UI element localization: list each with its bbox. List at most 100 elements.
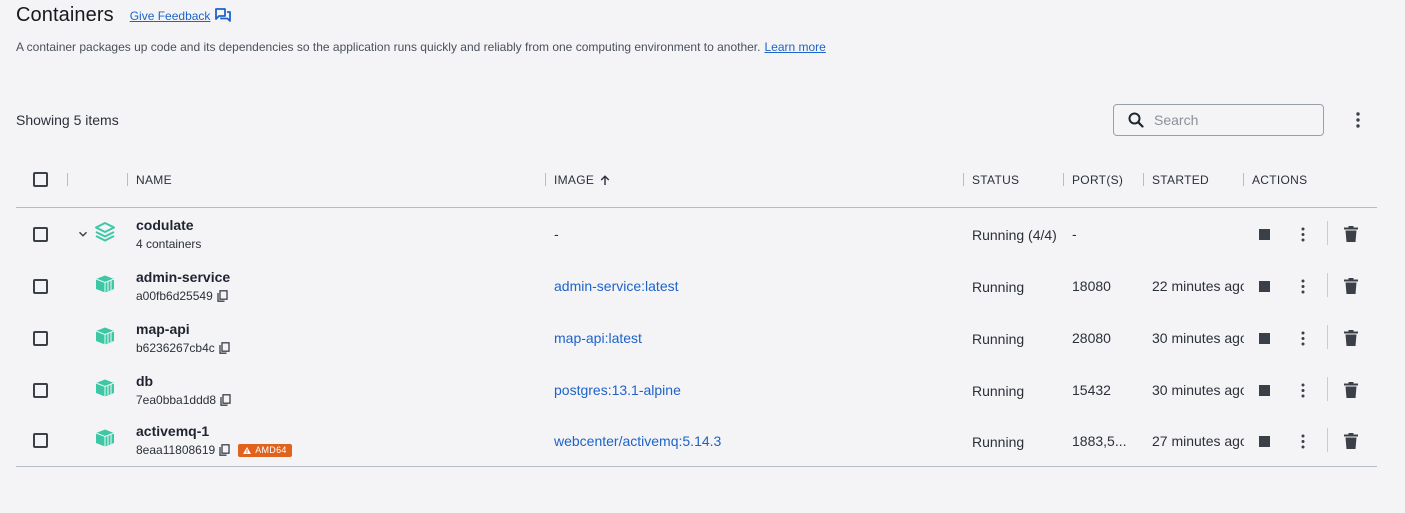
table-row[interactable]: db 7ea0bba1ddd8 postgres:13.1-alpine Run…	[16, 365, 1377, 417]
column-image-label: IMAGE	[554, 173, 595, 187]
give-feedback-link[interactable]: Give Feedback	[130, 8, 232, 23]
column-started-label: STARTED	[1152, 173, 1209, 187]
trash-icon[interactable]	[1344, 382, 1358, 398]
search-icon	[1128, 112, 1144, 128]
container-ports[interactable]: 15432	[1072, 382, 1111, 398]
more-options-icon[interactable]	[1297, 227, 1309, 242]
stop-icon[interactable]	[1259, 281, 1270, 292]
row-checkbox[interactable]	[33, 433, 48, 448]
container-id-text: a00fb6d25549	[136, 289, 213, 303]
container-name[interactable]: db	[136, 373, 153, 389]
actions-divider	[1327, 377, 1328, 401]
column-started[interactable]: STARTED	[1152, 173, 1209, 187]
container-cube-icon	[95, 429, 115, 447]
row-checkbox[interactable]	[33, 279, 48, 294]
column-divider	[127, 173, 128, 186]
container-name[interactable]: admin-service	[136, 269, 230, 285]
chevron-down-icon[interactable]	[78, 230, 88, 238]
page-title: Containers	[16, 4, 114, 26]
container-cube-icon	[95, 327, 115, 345]
description-text: A container packages up code and its dep…	[16, 40, 761, 54]
container-id: b6236267cb4c	[136, 341, 230, 355]
row-checkbox[interactable]	[33, 383, 48, 398]
column-actions-label: ACTIONS	[1252, 173, 1308, 187]
column-name[interactable]: NAME	[136, 173, 172, 187]
group-name: codulate	[136, 217, 194, 233]
chat-bubbles-icon	[215, 8, 232, 22]
column-actions: ACTIONS	[1252, 173, 1307, 187]
column-image[interactable]: IMAGE	[554, 173, 610, 187]
container-started: 30 minutes ago	[1152, 330, 1244, 346]
stop-icon[interactable]	[1259, 229, 1270, 240]
page-header: Containers Give Feedback	[16, 4, 232, 27]
stop-icon[interactable]	[1259, 333, 1270, 344]
stop-icon[interactable]	[1259, 385, 1270, 396]
trash-icon[interactable]	[1344, 433, 1358, 449]
table-row[interactable]: admin-service a00fb6d25549 admin-service…	[16, 261, 1377, 313]
actions-divider	[1327, 273, 1328, 297]
stop-icon[interactable]	[1259, 436, 1270, 447]
container-id-text: 8eaa11808619	[136, 443, 216, 457]
container-ports[interactable]: 18080	[1072, 278, 1111, 294]
column-status[interactable]: STATUS	[972, 173, 1019, 187]
container-ports[interactable]: 28080	[1072, 330, 1111, 346]
column-ports-label: PORT(S)	[1072, 173, 1124, 187]
copy-icon[interactable]	[217, 290, 228, 302]
column-divider	[963, 173, 964, 186]
copy-icon[interactable]	[219, 444, 230, 456]
warning-triangle-icon	[243, 446, 252, 454]
container-status: Running	[972, 331, 1025, 347]
container-started: 30 minutes ago	[1152, 382, 1244, 398]
learn-more-link[interactable]: Learn more	[764, 40, 825, 54]
column-divider	[1243, 173, 1244, 186]
item-count: Showing 5 items	[16, 112, 119, 128]
more-options-icon[interactable]	[1297, 279, 1309, 294]
actions-divider	[1327, 221, 1328, 245]
more-options-icon[interactable]	[1297, 434, 1309, 449]
column-ports[interactable]: PORT(S)	[1072, 173, 1123, 187]
group-container-count: 4 containers	[136, 237, 202, 251]
select-all-checkbox[interactable]	[33, 172, 48, 187]
group-image: -	[554, 226, 559, 242]
column-name-label: NAME	[136, 173, 172, 187]
table-row[interactable]: map-api b6236267cb4c map-api:latest Runn…	[16, 313, 1377, 365]
more-options-icon[interactable]	[1297, 383, 1309, 398]
give-feedback-label: Give Feedback	[129, 8, 211, 23]
container-id: 7ea0bba1ddd8	[136, 393, 231, 407]
container-name[interactable]: map-api	[136, 321, 190, 337]
stack-layers-icon	[95, 222, 115, 242]
column-divider	[67, 173, 68, 186]
trash-icon[interactable]	[1344, 226, 1358, 242]
table-row[interactable]: activemq-1 8eaa11808619 AMD64 webcenter/…	[16, 417, 1377, 469]
image-link[interactable]: admin-service:latest	[554, 278, 679, 294]
trash-icon[interactable]	[1344, 330, 1358, 346]
search-box[interactable]	[1113, 104, 1324, 136]
table-header: NAME IMAGE STATUS PORT(S) STARTED ACTION…	[16, 160, 1377, 208]
copy-icon[interactable]	[219, 342, 230, 354]
column-status-label: STATUS	[972, 173, 1020, 187]
column-divider	[545, 173, 546, 186]
table-row-group[interactable]: codulate 4 containers - Running (4/4) -	[16, 209, 1377, 261]
more-options-icon[interactable]	[1350, 111, 1366, 129]
row-checkbox[interactable]	[33, 227, 48, 242]
column-divider	[1063, 173, 1064, 186]
arrow-up-icon	[600, 174, 610, 185]
more-options-icon[interactable]	[1297, 331, 1309, 346]
row-checkbox[interactable]	[33, 331, 48, 346]
container-id: a00fb6d25549	[136, 289, 228, 303]
image-link[interactable]: postgres:13.1-alpine	[554, 382, 681, 398]
copy-icon[interactable]	[220, 394, 231, 406]
image-link[interactable]: map-api:latest	[554, 330, 642, 346]
search-input[interactable]	[1154, 112, 1314, 128]
image-link[interactable]: webcenter/activemq:5.14.3	[554, 433, 721, 449]
container-status: Running	[972, 434, 1025, 450]
container-name[interactable]: activemq-1	[136, 423, 209, 439]
trash-icon[interactable]	[1344, 278, 1358, 294]
containers-table: NAME IMAGE STATUS PORT(S) STARTED ACTION…	[16, 160, 1377, 457]
container-cube-icon	[95, 275, 115, 293]
column-divider	[1143, 173, 1144, 186]
container-ports[interactable]: 1883,5...	[1072, 433, 1127, 449]
table-bottom-border	[16, 466, 1377, 467]
group-ports: -	[1072, 226, 1077, 242]
actions-divider	[1327, 428, 1328, 452]
